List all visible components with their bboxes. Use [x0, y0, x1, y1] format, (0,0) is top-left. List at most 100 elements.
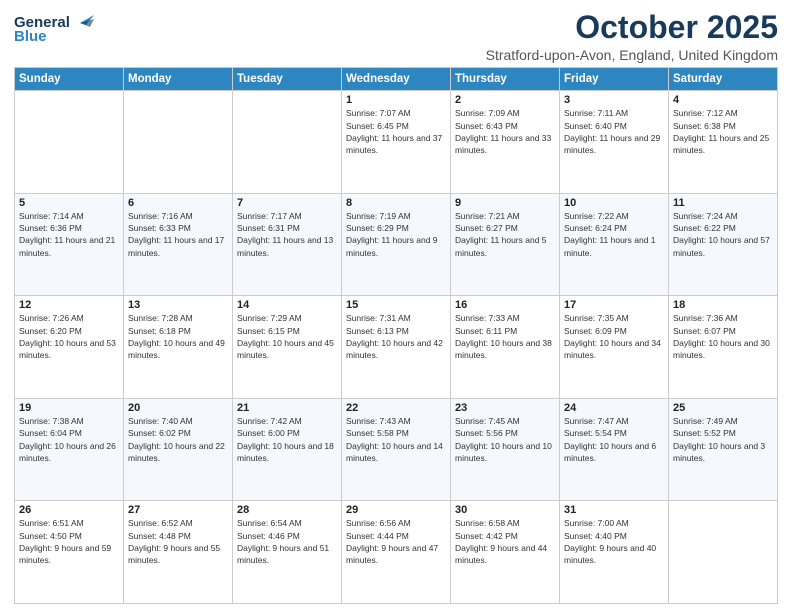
table-row: 6Sunrise: 7:16 AM Sunset: 6:33 PM Daylig…	[124, 193, 233, 296]
day-info: Sunrise: 7:42 AM Sunset: 6:00 PM Dayligh…	[237, 415, 337, 464]
day-number: 10	[564, 197, 664, 209]
table-row: 29Sunrise: 6:56 AM Sunset: 4:44 PM Dayli…	[342, 501, 451, 604]
day-info: Sunrise: 6:51 AM Sunset: 4:50 PM Dayligh…	[19, 517, 119, 566]
day-info: Sunrise: 7:35 AM Sunset: 6:09 PM Dayligh…	[564, 312, 664, 361]
day-number: 12	[19, 299, 119, 311]
table-row: 22Sunrise: 7:43 AM Sunset: 5:58 PM Dayli…	[342, 398, 451, 501]
day-number: 2	[455, 94, 555, 106]
table-row: 23Sunrise: 7:45 AM Sunset: 5:56 PM Dayli…	[451, 398, 560, 501]
header-monday: Monday	[124, 68, 233, 91]
day-info: Sunrise: 7:09 AM Sunset: 6:43 PM Dayligh…	[455, 107, 555, 156]
day-info: Sunrise: 6:56 AM Sunset: 4:44 PM Dayligh…	[346, 517, 446, 566]
table-row: 27Sunrise: 6:52 AM Sunset: 4:48 PM Dayli…	[124, 501, 233, 604]
day-number: 22	[346, 402, 446, 414]
day-info: Sunrise: 7:45 AM Sunset: 5:56 PM Dayligh…	[455, 415, 555, 464]
day-info: Sunrise: 7:16 AM Sunset: 6:33 PM Dayligh…	[128, 210, 228, 259]
table-row: 12Sunrise: 7:26 AM Sunset: 6:20 PM Dayli…	[15, 296, 124, 399]
day-info: Sunrise: 7:26 AM Sunset: 6:20 PM Dayligh…	[19, 312, 119, 361]
table-row: 11Sunrise: 7:24 AM Sunset: 6:22 PM Dayli…	[669, 193, 778, 296]
table-row: 16Sunrise: 7:33 AM Sunset: 6:11 PM Dayli…	[451, 296, 560, 399]
day-info: Sunrise: 7:07 AM Sunset: 6:45 PM Dayligh…	[346, 107, 446, 156]
day-number: 13	[128, 299, 228, 311]
weekday-header-row: Sunday Monday Tuesday Wednesday Thursday…	[15, 68, 778, 91]
table-row: 24Sunrise: 7:47 AM Sunset: 5:54 PM Dayli…	[560, 398, 669, 501]
table-row: 21Sunrise: 7:42 AM Sunset: 6:00 PM Dayli…	[233, 398, 342, 501]
header: General Blue October 2025 Stratford-upon…	[14, 10, 778, 63]
day-number: 11	[673, 197, 773, 209]
logo-blue-text: Blue	[14, 28, 47, 45]
title-section: October 2025 Stratford-upon-Avon, Englan…	[486, 10, 778, 63]
day-number: 17	[564, 299, 664, 311]
day-number: 5	[19, 197, 119, 209]
day-number: 3	[564, 94, 664, 106]
day-info: Sunrise: 7:40 AM Sunset: 6:02 PM Dayligh…	[128, 415, 228, 464]
location-subtitle: Stratford-upon-Avon, England, United Kin…	[486, 47, 778, 63]
day-number: 28	[237, 504, 337, 516]
day-info: Sunrise: 7:19 AM Sunset: 6:29 PM Dayligh…	[346, 210, 446, 259]
header-wednesday: Wednesday	[342, 68, 451, 91]
day-info: Sunrise: 7:47 AM Sunset: 5:54 PM Dayligh…	[564, 415, 664, 464]
day-number: 25	[673, 402, 773, 414]
table-row: 13Sunrise: 7:28 AM Sunset: 6:18 PM Dayli…	[124, 296, 233, 399]
table-row	[233, 91, 342, 194]
day-info: Sunrise: 7:11 AM Sunset: 6:40 PM Dayligh…	[564, 107, 664, 156]
day-number: 29	[346, 504, 446, 516]
table-row	[15, 91, 124, 194]
day-number: 6	[128, 197, 228, 209]
calendar-week-row: 5Sunrise: 7:14 AM Sunset: 6:36 PM Daylig…	[15, 193, 778, 296]
day-info: Sunrise: 7:28 AM Sunset: 6:18 PM Dayligh…	[128, 312, 228, 361]
day-number: 16	[455, 299, 555, 311]
table-row: 9Sunrise: 7:21 AM Sunset: 6:27 PM Daylig…	[451, 193, 560, 296]
header-tuesday: Tuesday	[233, 68, 342, 91]
day-info: Sunrise: 7:12 AM Sunset: 6:38 PM Dayligh…	[673, 107, 773, 156]
day-number: 23	[455, 402, 555, 414]
day-info: Sunrise: 7:38 AM Sunset: 6:04 PM Dayligh…	[19, 415, 119, 464]
day-number: 15	[346, 299, 446, 311]
table-row	[124, 91, 233, 194]
day-info: Sunrise: 7:36 AM Sunset: 6:07 PM Dayligh…	[673, 312, 773, 361]
table-row: 5Sunrise: 7:14 AM Sunset: 6:36 PM Daylig…	[15, 193, 124, 296]
logo: General Blue	[14, 14, 94, 45]
table-row: 14Sunrise: 7:29 AM Sunset: 6:15 PM Dayli…	[233, 296, 342, 399]
table-row: 17Sunrise: 7:35 AM Sunset: 6:09 PM Dayli…	[560, 296, 669, 399]
day-number: 26	[19, 504, 119, 516]
header-sunday: Sunday	[15, 68, 124, 91]
calendar-week-row: 12Sunrise: 7:26 AM Sunset: 6:20 PM Dayli…	[15, 296, 778, 399]
day-number: 4	[673, 94, 773, 106]
table-row: 7Sunrise: 7:17 AM Sunset: 6:31 PM Daylig…	[233, 193, 342, 296]
table-row: 30Sunrise: 6:58 AM Sunset: 4:42 PM Dayli…	[451, 501, 560, 604]
header-friday: Friday	[560, 68, 669, 91]
table-row: 26Sunrise: 6:51 AM Sunset: 4:50 PM Dayli…	[15, 501, 124, 604]
table-row: 19Sunrise: 7:38 AM Sunset: 6:04 PM Dayli…	[15, 398, 124, 501]
calendar-week-row: 19Sunrise: 7:38 AM Sunset: 6:04 PM Dayli…	[15, 398, 778, 501]
calendar-week-row: 1Sunrise: 7:07 AM Sunset: 6:45 PM Daylig…	[15, 91, 778, 194]
table-row: 18Sunrise: 7:36 AM Sunset: 6:07 PM Dayli…	[669, 296, 778, 399]
day-info: Sunrise: 6:54 AM Sunset: 4:46 PM Dayligh…	[237, 517, 337, 566]
table-row: 10Sunrise: 7:22 AM Sunset: 6:24 PM Dayli…	[560, 193, 669, 296]
day-number: 7	[237, 197, 337, 209]
day-number: 30	[455, 504, 555, 516]
table-row: 31Sunrise: 7:00 AM Sunset: 4:40 PM Dayli…	[560, 501, 669, 604]
day-number: 24	[564, 402, 664, 414]
day-number: 8	[346, 197, 446, 209]
day-number: 19	[19, 402, 119, 414]
table-row: 8Sunrise: 7:19 AM Sunset: 6:29 PM Daylig…	[342, 193, 451, 296]
day-number: 1	[346, 94, 446, 106]
table-row: 15Sunrise: 7:31 AM Sunset: 6:13 PM Dayli…	[342, 296, 451, 399]
day-number: 20	[128, 402, 228, 414]
day-number: 14	[237, 299, 337, 311]
calendar-week-row: 26Sunrise: 6:51 AM Sunset: 4:50 PM Dayli…	[15, 501, 778, 604]
day-info: Sunrise: 7:43 AM Sunset: 5:58 PM Dayligh…	[346, 415, 446, 464]
table-row: 20Sunrise: 7:40 AM Sunset: 6:02 PM Dayli…	[124, 398, 233, 501]
calendar-table: Sunday Monday Tuesday Wednesday Thursday…	[14, 67, 778, 604]
header-thursday: Thursday	[451, 68, 560, 91]
day-info: Sunrise: 7:29 AM Sunset: 6:15 PM Dayligh…	[237, 312, 337, 361]
day-number: 27	[128, 504, 228, 516]
day-info: Sunrise: 6:52 AM Sunset: 4:48 PM Dayligh…	[128, 517, 228, 566]
day-info: Sunrise: 7:24 AM Sunset: 6:22 PM Dayligh…	[673, 210, 773, 259]
day-number: 21	[237, 402, 337, 414]
day-info: Sunrise: 7:17 AM Sunset: 6:31 PM Dayligh…	[237, 210, 337, 259]
table-row: 2Sunrise: 7:09 AM Sunset: 6:43 PM Daylig…	[451, 91, 560, 194]
table-row: 3Sunrise: 7:11 AM Sunset: 6:40 PM Daylig…	[560, 91, 669, 194]
day-info: Sunrise: 7:14 AM Sunset: 6:36 PM Dayligh…	[19, 210, 119, 259]
